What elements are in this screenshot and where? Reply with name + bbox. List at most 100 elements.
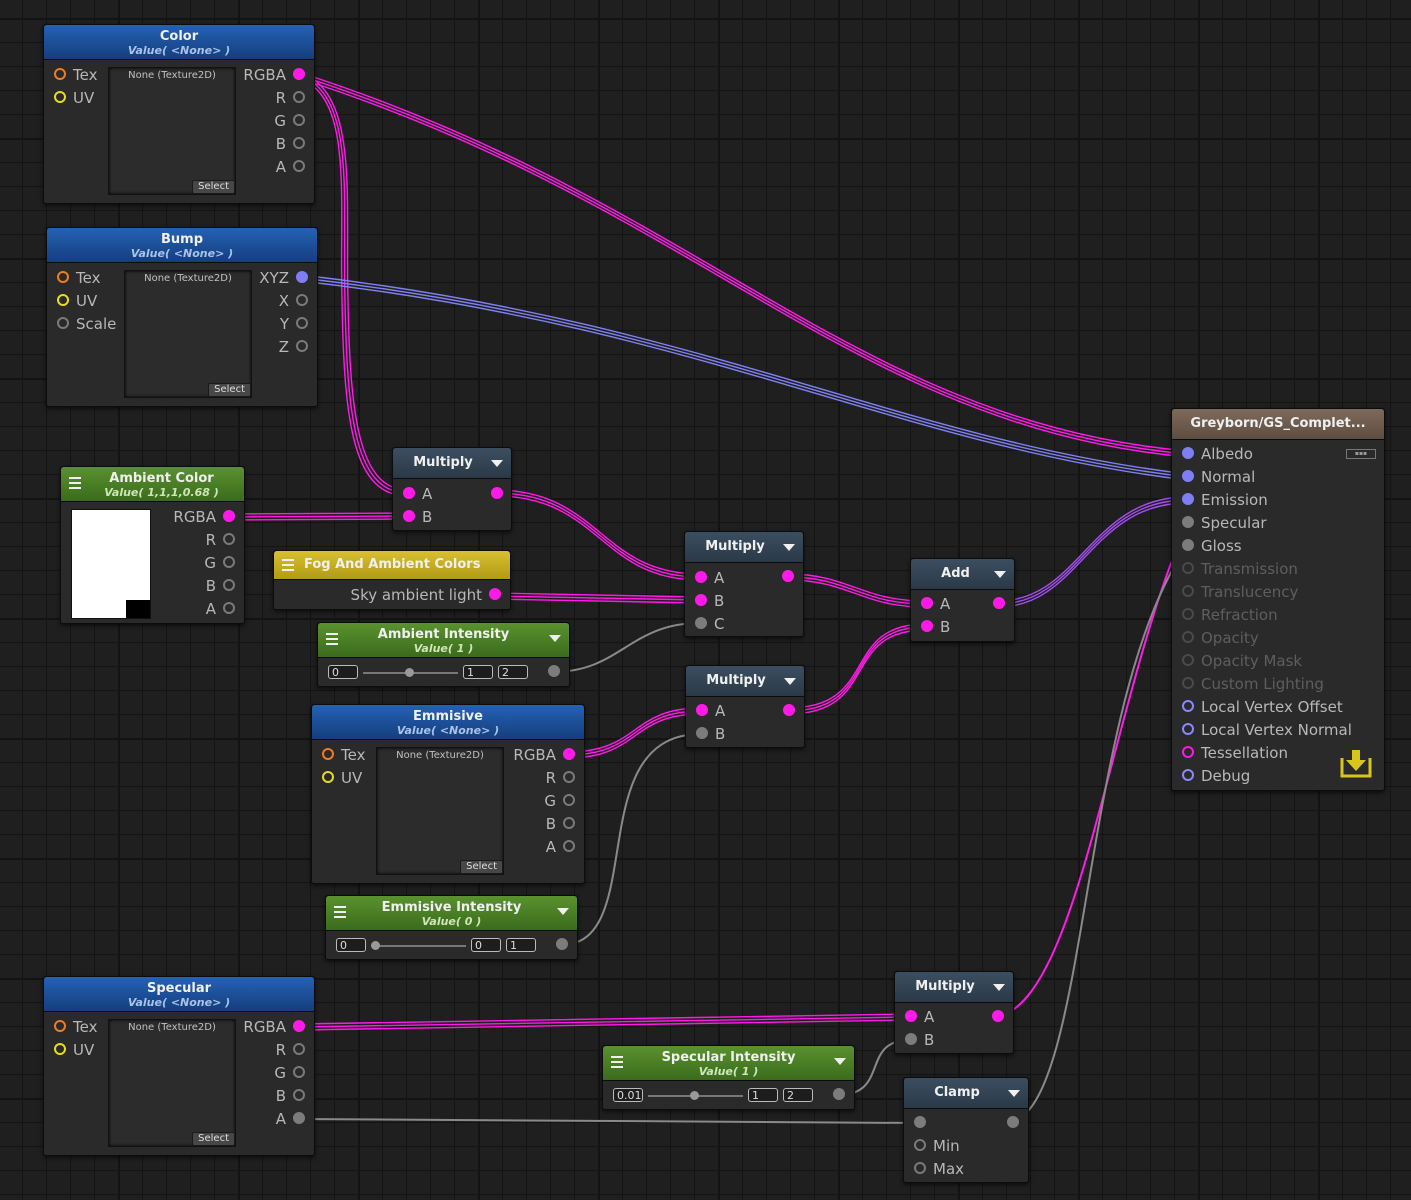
chevron-down-icon[interactable] <box>994 571 1006 578</box>
port-icon[interactable] <box>563 840 575 852</box>
port-icon[interactable] <box>1182 516 1194 528</box>
max-field[interactable]: 2 <box>498 665 528 679</box>
input-value[interactable] <box>914 1112 933 1135</box>
output-a[interactable]: A <box>276 1108 305 1131</box>
output-g[interactable]: G <box>544 790 575 813</box>
port-icon[interactable] <box>296 317 308 329</box>
output-port[interactable] <box>556 938 568 950</box>
clamp-node[interactable]: Clamp Min Max <box>903 1077 1029 1183</box>
output-z[interactable]: Z <box>279 336 308 359</box>
output-rgba[interactable]: RGBA <box>173 506 235 529</box>
menu-icon[interactable] <box>611 1056 623 1068</box>
port-icon[interactable] <box>921 620 933 632</box>
output-port[interactable] <box>992 1010 1004 1022</box>
port-icon[interactable] <box>696 704 708 716</box>
output-port[interactable] <box>993 597 1005 609</box>
ambient-color-node[interactable]: Ambient Color Value( 1,1,1,0.68 ) RGBA R… <box>60 466 245 624</box>
port-icon[interactable] <box>293 1112 305 1124</box>
output-b[interactable]: B <box>206 575 235 598</box>
port-icon[interactable] <box>54 91 66 103</box>
menu-icon[interactable] <box>69 477 81 489</box>
chevron-down-icon[interactable] <box>491 460 503 467</box>
port-icon[interactable] <box>1182 769 1194 781</box>
port-icon[interactable] <box>563 817 575 829</box>
port-icon[interactable] <box>223 533 235 545</box>
port-icon[interactable] <box>296 294 308 306</box>
port-icon[interactable] <box>293 91 305 103</box>
output-r[interactable]: R <box>276 87 305 110</box>
input-tessellation[interactable]: Tessellation <box>1182 742 1288 765</box>
master-output-icon[interactable] <box>1338 748 1374 780</box>
multiply-node-3[interactable]: Multiply A B <box>685 665 805 748</box>
input-debug[interactable]: Debug <box>1182 765 1250 788</box>
ambient-intensity-node[interactable]: Ambient Intensity Value( 1 ) 0 1 2 <box>317 622 570 687</box>
node-header[interactable]: Ambient Color Value( 1,1,1,0.68 ) <box>61 467 244 502</box>
port-icon[interactable] <box>914 1162 926 1174</box>
input-tex[interactable]: Tex <box>54 1016 97 1039</box>
port-icon[interactable] <box>1182 723 1194 735</box>
output-r[interactable]: R <box>546 767 575 790</box>
port-icon[interactable] <box>695 617 707 629</box>
port-icon[interactable] <box>1182 447 1194 459</box>
min-field[interactable]: 0 <box>336 938 366 952</box>
output-g[interactable]: G <box>204 552 235 575</box>
output-rgba[interactable]: RGBA <box>243 1016 305 1039</box>
slider-knob[interactable] <box>690 1091 699 1100</box>
node-header[interactable]: Multiply <box>393 448 511 479</box>
port-icon[interactable] <box>1182 746 1194 758</box>
output-g[interactable]: G <box>274 1062 305 1085</box>
output-rgba[interactable]: RGBA <box>243 64 305 87</box>
input-b[interactable]: B <box>403 506 432 529</box>
slider-knob[interactable] <box>405 668 414 677</box>
output-port[interactable] <box>782 570 794 582</box>
input-a[interactable]: A <box>696 700 725 723</box>
input-uv[interactable]: UV <box>54 1039 94 1062</box>
port-icon[interactable] <box>54 1020 66 1032</box>
port-icon[interactable] <box>223 556 235 568</box>
port-icon[interactable] <box>696 727 708 739</box>
port-icon[interactable] <box>1182 677 1194 689</box>
output-port[interactable] <box>548 665 560 677</box>
select-button[interactable]: Select <box>192 180 235 194</box>
node-header[interactable]: Multiply <box>895 972 1013 1003</box>
node-header[interactable]: Multiply <box>685 532 803 563</box>
output-y[interactable]: Y <box>280 313 308 336</box>
input-a[interactable]: A <box>403 483 432 506</box>
multiply-node-4[interactable]: Multiply A B <box>894 971 1014 1054</box>
specular-texture-node[interactable]: Specular Value( <None> ) Tex UV None (Te… <box>43 976 315 1156</box>
texture-preview[interactable]: None (Texture2D) Select <box>108 67 236 195</box>
port-icon[interactable] <box>54 68 66 80</box>
port-icon[interactable] <box>489 588 501 600</box>
add-node[interactable]: Add A B <box>910 558 1015 642</box>
input-b[interactable]: B <box>905 1029 934 1052</box>
port-icon[interactable] <box>293 160 305 172</box>
color-swatch[interactable] <box>71 509 151 619</box>
port-icon[interactable] <box>296 340 308 352</box>
port-icon[interactable] <box>695 594 707 606</box>
emmisive-intensity-node[interactable]: Emmisive Intensity Value( 0 ) 0 0 1 <box>325 895 578 960</box>
port-icon[interactable] <box>322 748 334 760</box>
chevron-down-icon[interactable] <box>549 635 561 642</box>
value-field[interactable]: 0 <box>471 938 501 952</box>
input-opacity[interactable]: Opacity <box>1182 627 1259 650</box>
multiply-node-1[interactable]: Multiply A B <box>392 447 512 531</box>
select-button[interactable]: Select <box>192 1132 235 1146</box>
input-emission[interactable]: Emission <box>1182 489 1268 512</box>
port-icon[interactable] <box>1182 654 1194 666</box>
output-port[interactable] <box>783 704 795 716</box>
menu-icon[interactable] <box>282 559 294 571</box>
output-rgba[interactable]: RGBA <box>513 744 575 767</box>
node-header[interactable]: Add <box>911 559 1014 590</box>
output-x[interactable]: X <box>279 290 308 313</box>
port-icon[interactable] <box>57 271 69 283</box>
output-sky-ambient-light[interactable]: Sky ambient light <box>351 584 501 607</box>
input-uv[interactable]: UV <box>54 87 94 110</box>
input-translucency[interactable]: Translucency <box>1182 581 1298 604</box>
min-field[interactable]: 0.01 <box>613 1088 643 1102</box>
max-field[interactable]: 2 <box>783 1088 813 1102</box>
output-b[interactable]: B <box>276 1085 305 1108</box>
chevron-down-icon[interactable] <box>783 544 795 551</box>
input-opacity-mask[interactable]: Opacity Mask <box>1182 650 1302 673</box>
texture-preview[interactable]: None (Texture2D) Select <box>108 1019 236 1147</box>
chevron-down-icon[interactable] <box>784 678 796 685</box>
